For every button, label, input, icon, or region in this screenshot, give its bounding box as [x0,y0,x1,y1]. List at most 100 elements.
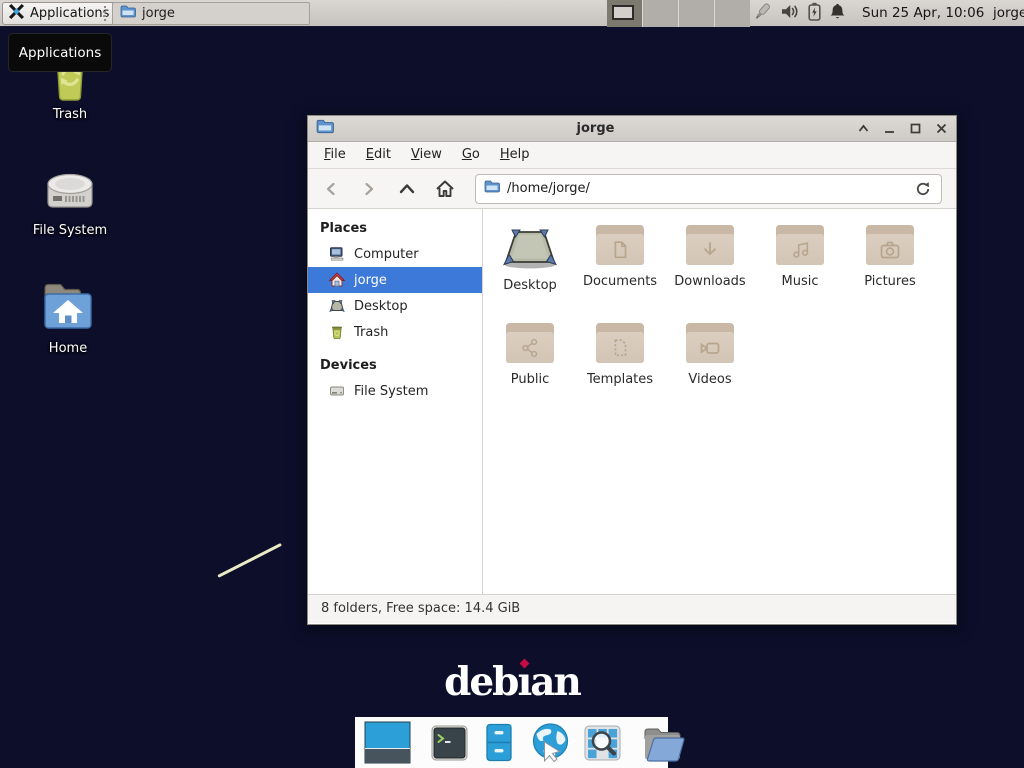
desktop-icon-label: Trash [22,107,118,122]
applications-menu-button[interactable]: Applications [2,2,118,25]
workspace-3[interactable] [679,0,715,27]
dock-file-manager-button[interactable] [641,723,686,763]
location-bar[interactable]: /home/jorge/ [475,174,942,204]
folder-item-public[interactable]: Public [485,321,575,419]
desktop-icon-label: Home [20,341,116,356]
back-button[interactable] [316,174,346,204]
folder-item-videos[interactable]: Videos [665,321,755,419]
taskbar-folder-icon [120,5,136,22]
workspace-1[interactable] [607,0,643,27]
top-panel: Applications jorge [0,0,1024,27]
folder-icon [506,323,554,365]
stylus-tool-icon[interactable] [751,1,773,27]
battery-charging-icon[interactable] [808,2,821,25]
folder-label: Desktop [503,278,557,293]
workspace-switcher[interactable] [607,0,750,27]
menu-edit[interactable]: Edit [356,142,401,168]
folder-item-pictures[interactable]: Pictures [845,223,935,321]
workspace-4[interactable] [715,0,750,27]
menu-file[interactable]: File [314,142,356,168]
path-input[interactable]: /home/jorge/ [507,181,906,196]
folder-icon [776,225,824,267]
dock-web-browser-button[interactable] [528,721,573,764]
file-manager-folder-icon [641,723,686,763]
folder-item-downloads[interactable]: Downloads [665,223,755,321]
sidebar-header-places: Places [308,216,482,241]
folder-item-music[interactable]: Music [755,223,845,321]
desktop-icon-file-system[interactable]: File System [22,158,118,238]
sidebar-item-file-system[interactable]: File System [308,378,482,404]
folder-item-desktop[interactable]: Desktop [485,223,575,321]
folder-icon [866,225,914,267]
close-button[interactable] [935,122,948,135]
folder-label: Documents [583,274,657,289]
desktop-workspace-icon [502,225,558,271]
dock-app-finder-button[interactable] [582,723,623,763]
sidebar-item-trash[interactable]: Trash [308,319,482,345]
sidebar-item-jorge[interactable]: jorge [308,267,482,293]
desktop-icon-home[interactable]: Home [20,278,116,356]
sidebar-item-label: Computer [354,247,419,262]
folder-label: Pictures [864,274,915,289]
window-titlebar[interactable]: jorge [308,116,956,142]
minimize-button[interactable] [883,122,896,135]
logo-text-i: ı [517,659,530,705]
menu-help[interactable]: Help [490,142,540,168]
menu-bar: File Edit View Go Help [308,142,956,169]
sidebar-header-devices: Devices [308,353,482,378]
folder-icon [596,225,644,267]
home-button[interactable] [430,174,460,204]
debian-logo: debıan [412,659,612,705]
sidebar-item-label: File System [354,384,428,399]
computer-icon [329,246,345,262]
up-button[interactable] [392,174,422,204]
window-folder-icon [316,119,334,138]
notifications-bell-icon[interactable] [829,3,846,24]
desktop: Applications jorge [0,0,1024,768]
folder-icon [686,225,734,267]
dock-show-desktop-button[interactable] [364,721,411,764]
home-folder-icon [37,278,99,338]
shade-button[interactable] [857,122,870,135]
workspace-2[interactable] [643,0,679,27]
volume-icon[interactable] [781,3,800,24]
pathbar-folder-icon [484,180,500,197]
sidebar-item-desktop[interactable]: Desktop [308,293,482,319]
dock-terminal-button[interactable] [429,723,470,763]
menu-go[interactable]: Go [452,142,490,168]
logo-text-post: an [530,659,580,705]
toolbar: /home/jorge/ [308,169,956,209]
terminal-icon [429,723,470,763]
trash-icon [329,324,345,340]
distro-logo-icon [8,3,25,24]
menu-view[interactable]: View [401,142,452,168]
web-browser-globe-icon [528,721,573,764]
status-text: 8 folders, Free space: 14.4 GiB [321,601,520,616]
panel-username[interactable]: jorge [993,0,1024,27]
sidebar-item-computer[interactable]: Computer [308,241,482,267]
sidebar-item-label: jorge [354,273,387,288]
system-tray [751,0,846,27]
panel-separator-handle[interactable] [104,6,108,21]
desktop-paint-line-artifact [217,543,282,578]
dock [355,717,668,768]
maximize-button[interactable] [909,122,922,135]
sidebar-item-label: Desktop [354,299,408,314]
panel-clock[interactable]: Sun 25 Apr, 10:06 [862,0,984,27]
taskbar-window-button[interactable]: jorge [112,2,310,25]
home-icon [329,272,345,288]
reload-button[interactable] [913,179,933,199]
folder-item-templates[interactable]: Templates [575,321,665,419]
forward-button[interactable] [354,174,384,204]
folder-label: Downloads [674,274,745,289]
hard-drive-icon [40,158,100,220]
folder-item-documents[interactable]: Documents [575,223,665,321]
folder-icon [686,323,734,365]
desktop-icon [329,298,345,314]
desktop-icon-label: File System [22,223,118,238]
drive-icon [329,383,345,399]
applications-menu-label: Applications [30,6,109,21]
dock-file-cabinet-button[interactable] [479,722,519,763]
folder-icon [596,323,644,365]
sidebar-item-label: Trash [354,325,388,340]
